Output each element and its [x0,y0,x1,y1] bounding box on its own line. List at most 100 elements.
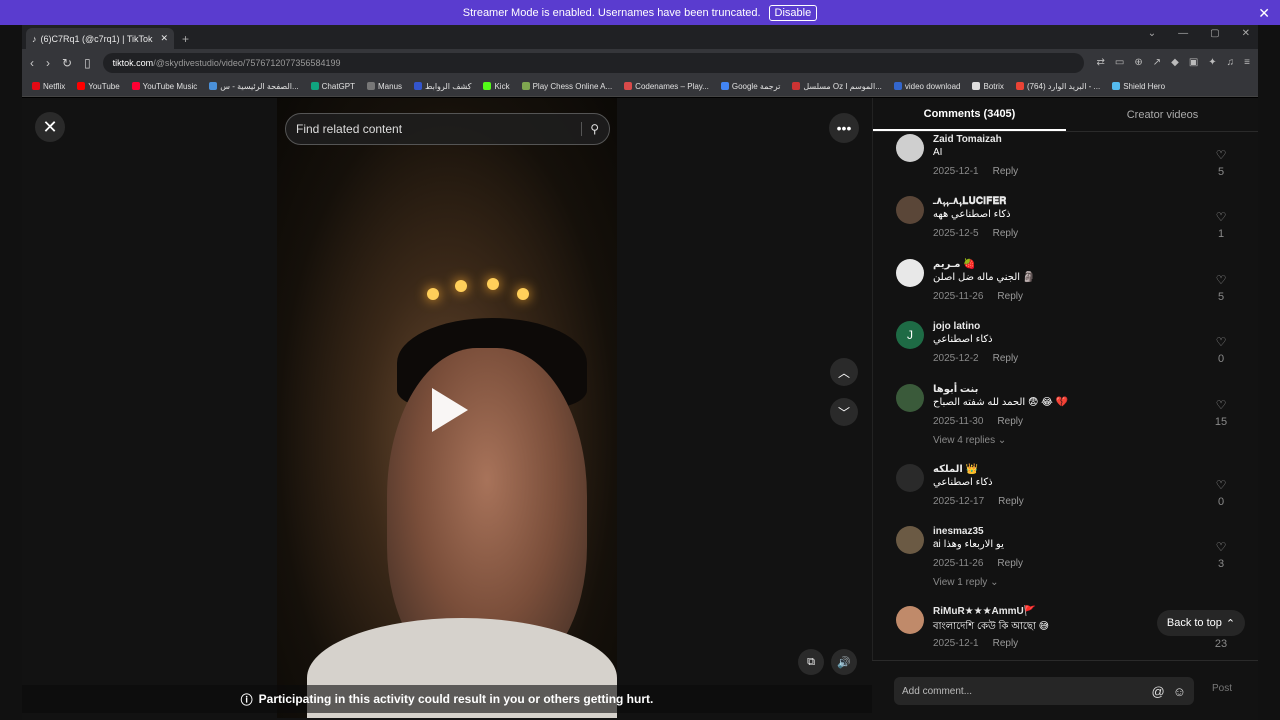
bookmark-item[interactable]: video download [893,82,960,91]
bookmark-label: كشف الروابط [425,81,472,91]
light-glow [455,280,467,292]
like-count: 0 [1217,496,1225,508]
bookmark-item[interactable]: Manus [367,82,402,91]
comment-text: الجني ماله ضل اصلن 🗿 [933,272,1036,283]
menu-icon[interactable]: ≡ [1244,57,1250,68]
zoom-icon[interactable]: ⊕ [1134,57,1142,68]
heart-icon[interactable]: ♡ [1211,148,1231,162]
bookmark-item[interactable]: كشف الروابط [414,82,471,91]
search-input[interactable]: Find related content [296,122,402,136]
comment-username[interactable]: ﮩ٨ـﮩﮩ٨ـ𝐋𝐔𝐂𝐈𝐅𝐄𝐑 [933,196,1006,207]
chevron-down-icon[interactable]: ⌄ [1148,28,1156,39]
avatar[interactable] [896,259,924,287]
view-replies-button[interactable]: View 1 reply ⌄ [933,577,998,588]
search-icon[interactable]: ⚲ [581,122,599,136]
comment-username[interactable]: Zaid Tomaizah [933,134,1002,145]
comment-username[interactable]: jojo latino [933,321,980,332]
bookmark-label: Codenames – Play... [635,81,709,91]
back-icon[interactable]: ‹ [30,56,34,70]
bookmark-item[interactable]: YouTube Music [131,82,197,91]
bookmark-label: Manus [378,81,403,91]
next-video-button[interactable]: ﹀ [830,398,858,426]
bookmark-item[interactable]: Botrix [972,82,1004,91]
post-button[interactable]: Post [1212,683,1232,694]
heart-icon[interactable]: ♡ [1211,398,1231,412]
chevron-down-icon: ⌄ [997,435,1007,446]
comment-item: بنت أبوها الحمد لله شفته الصباح 😨 😂 💔 2025… [873,384,1259,446]
heart-icon[interactable]: ♡ [1211,273,1231,287]
tab-comments[interactable]: Comments (3405) [873,98,1066,131]
bookmark-item[interactable]: Play Chess Online A... [521,82,612,91]
bookmark-item[interactable]: الصفحة الرئيسية - س... [209,82,299,91]
avatar[interactable] [896,384,924,412]
reload-icon[interactable]: ↻ [62,56,72,70]
new-tab-icon[interactable]: + [182,32,189,46]
chevron-down-icon: ⌄ [990,577,999,588]
maximize-icon[interactable]: ▢ [1210,28,1219,39]
heart-icon[interactable]: ♡ [1211,210,1231,224]
reply-button[interactable]: Reply [997,558,1023,569]
reply-button[interactable]: Reply [993,638,1019,649]
tab-creator-videos[interactable]: Creator videos [1066,98,1259,131]
translate-icon[interactable]: ⇄ [1096,57,1104,68]
url-field[interactable]: tiktok.com/@skydivestudio/video/75767120… [102,52,1085,73]
comment-username[interactable]: RiMuR★★★AmmU🚩 [933,606,1036,617]
browser-tab[interactable]: ♪ (6)C7Rq1 (@c7rq1) | TikTok ✕ [26,28,174,49]
more-options-button[interactable]: ••• [829,113,859,143]
avatar[interactable] [896,196,924,224]
like-count: 23 [1214,638,1228,650]
bookmark-item[interactable]: مسلسل Oz الموسم ا... [792,82,882,91]
comment-username[interactable]: inesmaz35 [933,526,984,537]
avatar[interactable]: J [896,321,924,349]
bookmark-item[interactable]: البريد الوارد (764) - ... [1015,82,1100,91]
reply-button[interactable]: Reply [993,353,1019,364]
comment-username[interactable]: مـريم 🍓 [933,259,976,270]
reply-button[interactable]: Reply [997,416,1023,427]
volume-button[interactable]: 🔊 [831,649,857,675]
close-video-button[interactable]: ✕ [35,112,65,142]
forward-icon[interactable]: › [46,56,50,70]
reply-button[interactable]: Reply [997,291,1023,302]
heart-icon[interactable]: ♡ [1211,540,1231,554]
close-window-icon[interactable]: ✕ [1242,28,1250,39]
disable-button[interactable]: Disable [768,4,818,21]
add-comment-input[interactable]: Add comment... @ ☺ [894,677,1194,705]
close-tab-icon[interactable]: ✕ [160,33,168,44]
heart-icon[interactable]: ♡ [1211,335,1231,349]
bookmark-item[interactable]: Shield Hero [1112,82,1165,91]
like-count: 3 [1217,558,1225,570]
search-bar[interactable]: Find related content ⚲ [285,113,610,145]
avatar[interactable] [896,464,924,492]
comment-username[interactable]: بنت أبوها [933,384,978,395]
play-icon[interactable] [432,388,468,432]
avatar[interactable] [896,134,924,162]
share-icon[interactable]: ↗ [1153,57,1161,68]
cast-icon[interactable]: ▭ [1115,57,1124,68]
bookmark-item[interactable]: Codenames – Play... [624,82,709,91]
close-icon[interactable]: ✕ [1258,5,1270,22]
reply-button[interactable]: Reply [993,228,1019,239]
bookmark-icon[interactable]: ▯ [84,56,91,70]
media-icon[interactable]: ♫ [1227,57,1235,68]
extensions-puzzle-icon[interactable]: ✦ [1208,57,1216,68]
minimize-icon[interactable]: — [1178,28,1188,39]
emoji-icon[interactable]: ☺ [1173,684,1186,699]
previous-video-button[interactable]: ︿ [830,358,858,386]
reply-button[interactable]: Reply [993,166,1019,177]
avatar[interactable] [896,606,924,634]
bookmark-item[interactable]: Netflix [32,82,65,91]
pip-button[interactable]: ⧉ [798,649,824,675]
extension-icon[interactable]: ▣ [1189,57,1198,68]
reply-button[interactable]: Reply [998,496,1024,507]
back-to-top-button[interactable]: Back to top ⌃ [1157,610,1245,636]
bookmark-item[interactable]: Kick [483,82,510,91]
bookmark-item[interactable]: YouTube [77,82,120,91]
mention-icon[interactable]: @ [1152,684,1165,699]
avatar[interactable] [896,526,924,554]
comment-username[interactable]: الملكه 👑 [933,464,978,475]
view-replies-button[interactable]: View 4 replies ⌄ [933,435,1006,446]
bookmark-item[interactable]: ChatGPT [310,82,355,91]
brave-shield-icon[interactable]: ◆ [1171,57,1179,68]
bookmark-item[interactable]: Google ترجمة [720,82,780,91]
heart-icon[interactable]: ♡ [1211,478,1231,492]
